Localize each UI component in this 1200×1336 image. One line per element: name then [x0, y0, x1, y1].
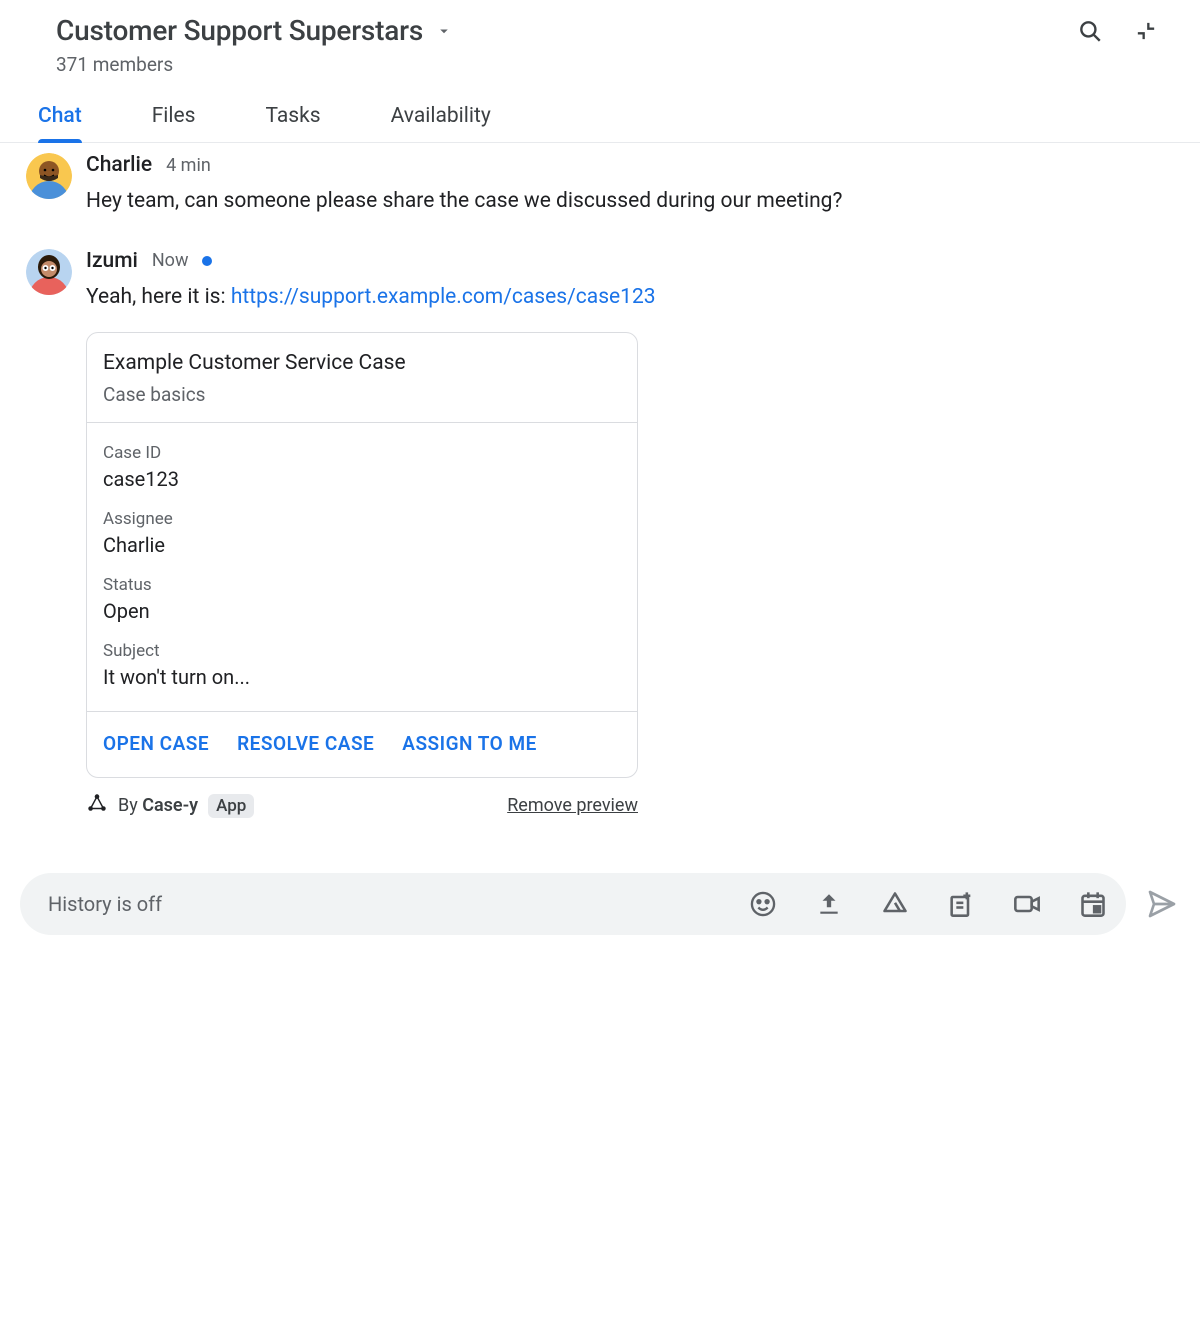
drive-icon[interactable]: [880, 889, 910, 919]
tab-availability[interactable]: Availability: [391, 96, 491, 142]
avatar[interactable]: [26, 249, 72, 295]
field-value: It won't turn on...: [103, 665, 621, 689]
space-title: Customer Support Superstars: [56, 14, 423, 47]
card-field: Assignee Charlie: [103, 509, 621, 557]
send-button[interactable]: [1144, 886, 1180, 922]
card-field: Status Open: [103, 575, 621, 623]
space-dropdown-icon[interactable]: [435, 22, 453, 40]
create-doc-icon[interactable]: [946, 889, 976, 919]
timestamp: 4 min: [166, 155, 211, 176]
video-call-icon[interactable]: [1012, 889, 1042, 919]
member-count: 371 members: [56, 53, 1170, 76]
message-text: Hey team, can someone please share the c…: [86, 185, 1144, 219]
card-by-text: By Case-y: [118, 795, 198, 816]
field-label: Subject: [103, 641, 621, 661]
card-field: Subject It won't turn on...: [103, 641, 621, 689]
field-label: Case ID: [103, 443, 621, 463]
calendar-icon[interactable]: [1078, 889, 1108, 919]
webhook-icon: [86, 792, 108, 819]
unread-indicator-icon: [202, 256, 212, 266]
open-case-button[interactable]: OPEN CASE: [103, 732, 209, 755]
message-text: Yeah, here it is: https://support.exampl…: [86, 281, 1144, 315]
card-title: Example Customer Service Case: [103, 351, 621, 375]
emoji-icon[interactable]: [748, 889, 778, 919]
tab-tasks[interactable]: Tasks: [266, 96, 321, 142]
message-link[interactable]: https://support.example.com/cases/case12…: [231, 285, 656, 309]
message: Charlie 4 min Hey team, can someone plea…: [86, 153, 1144, 219]
avatar[interactable]: [26, 153, 72, 199]
search-icon[interactable]: [1076, 17, 1104, 45]
remove-preview-button[interactable]: Remove preview: [507, 795, 638, 816]
card-field: Case ID case123: [103, 443, 621, 491]
field-label: Status: [103, 575, 621, 595]
message: Izumi Now Yeah, here it is: https://supp…: [86, 249, 1144, 820]
field-label: Assignee: [103, 509, 621, 529]
link-preview-card: Example Customer Service Case Case basic…: [86, 332, 638, 778]
field-value: Open: [103, 599, 621, 623]
sender-name: Izumi: [86, 249, 138, 273]
upload-icon[interactable]: [814, 889, 844, 919]
compose-placeholder: History is off: [48, 892, 748, 916]
resolve-case-button[interactable]: RESOLVE CASE: [237, 732, 374, 755]
tab-files[interactable]: Files: [152, 96, 196, 142]
field-value: Charlie: [103, 533, 621, 557]
tab-bar: Chat Files Tasks Availability: [0, 96, 1200, 143]
compose-input[interactable]: History is off: [20, 873, 1126, 935]
tab-chat[interactable]: Chat: [38, 96, 82, 142]
sender-name: Charlie: [86, 153, 152, 177]
field-value: case123: [103, 467, 621, 491]
app-badge: App: [208, 794, 254, 818]
timestamp: Now: [152, 250, 189, 271]
message-text-prefix: Yeah, here it is:: [86, 285, 231, 309]
card-subtitle: Case basics: [103, 383, 621, 406]
collapse-icon[interactable]: [1132, 17, 1160, 45]
assign-to-me-button[interactable]: ASSIGN TO ME: [402, 732, 537, 755]
